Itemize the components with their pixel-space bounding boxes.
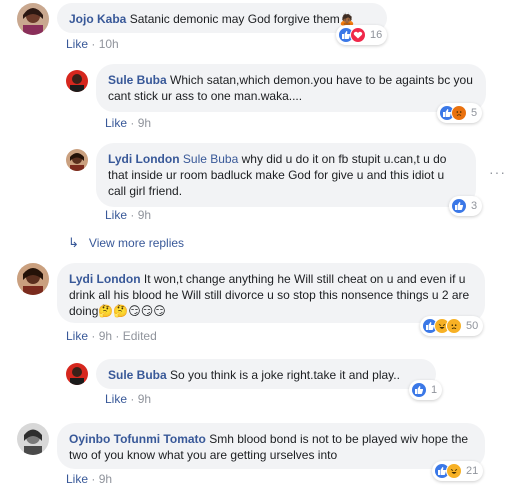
comment-actions: Like · 9h [66, 472, 112, 486]
commenter-name[interactable]: Lydi London [108, 152, 180, 166]
timestamp[interactable]: 9h [138, 208, 151, 222]
timestamp[interactable]: 9h [138, 392, 151, 406]
comment-bubble: Lydi London It won,t change anything he … [57, 263, 485, 323]
like-button[interactable]: Like [66, 472, 88, 486]
separator-dot: · [91, 472, 96, 486]
like-button[interactable]: Like [105, 208, 127, 222]
reaction-summary[interactable]: 16 [336, 25, 388, 45]
comment-actions: Like · 9h [105, 116, 151, 130]
timestamp[interactable]: 9h [99, 329, 112, 343]
separator-dot: · [130, 116, 135, 130]
timestamp[interactable]: 9h [99, 472, 112, 486]
comment-actions: Like · 10h [66, 37, 119, 51]
comment-actions: Like · 9h · Edited [66, 329, 157, 343]
haha-reaction-icon [446, 463, 462, 479]
avatar[interactable] [66, 149, 88, 171]
like-button[interactable]: Like [105, 116, 127, 130]
commenter-name[interactable]: Sule Buba [108, 73, 167, 87]
avatar[interactable] [66, 70, 88, 92]
reaction-summary[interactable]: 1 [409, 380, 443, 400]
separator-dot: · [130, 392, 135, 406]
edited-label[interactable]: Edited [123, 329, 157, 343]
like-button[interactable]: Like [105, 392, 127, 406]
commenter-name[interactable]: Jojo Kaba [69, 12, 126, 26]
commenter-name[interactable]: Oyinbo Tofunmi Tomato [69, 432, 206, 446]
reaction-count: 1 [431, 384, 438, 396]
mention-link[interactable]: Sule Buba [183, 152, 238, 166]
like-reaction-icon [451, 198, 467, 214]
view-more-label: View more replies [88, 236, 185, 250]
avatar[interactable] [17, 423, 49, 455]
avatar[interactable] [66, 363, 88, 385]
separator-dot: · [130, 208, 135, 222]
angry-reaction-icon [451, 105, 467, 121]
reaction-count: 50 [466, 320, 479, 332]
comment-actions: Like · 9h [105, 392, 151, 406]
separator-dot: · [115, 329, 120, 343]
reply-arrow-icon: ↳ [68, 235, 79, 250]
reaction-count: 3 [471, 200, 478, 212]
sad-reaction-icon [446, 318, 462, 334]
separator-dot: · [91, 37, 96, 51]
separator-dot: · [91, 329, 96, 343]
avatar[interactable] [17, 3, 49, 35]
comment-text: So you think is a joke right.take it and… [170, 368, 400, 382]
commenter-name[interactable]: Lydi London [69, 272, 141, 286]
like-reaction-icon [411, 382, 427, 398]
timestamp[interactable]: 10h [99, 37, 119, 51]
reaction-count: 21 [466, 465, 479, 477]
like-button[interactable]: Like [66, 329, 88, 343]
reaction-summary[interactable]: 5 [437, 103, 483, 123]
reaction-summary[interactable]: 21 [432, 461, 484, 481]
comment-bubble: Sule Buba Which satan,which demon.you ha… [96, 64, 486, 112]
reaction-count: 5 [471, 107, 478, 119]
timestamp[interactable]: 9h [138, 116, 151, 130]
comment-text: Satanic demonic may God forgive them🙇🏾 [129, 12, 355, 26]
reaction-count: 16 [370, 29, 383, 41]
reaction-summary[interactable]: 50 [420, 316, 484, 336]
comment-bubble: Oyinbo Tofunmi Tomato Smh blood bond is … [57, 423, 485, 469]
love-reaction-icon [350, 27, 366, 43]
commenter-name[interactable]: Sule Buba [108, 368, 167, 382]
more-options-icon[interactable]: ··· [489, 164, 506, 180]
reaction-summary[interactable]: 3 [449, 196, 483, 216]
like-button[interactable]: Like [66, 37, 88, 51]
view-more-replies-link[interactable]: ↳ View more replies [68, 235, 184, 251]
avatar[interactable] [17, 263, 49, 295]
comment-actions: Like · 9h [105, 208, 151, 222]
comment-bubble: Lydi London Sule Buba why did u do it on… [96, 143, 476, 207]
comment-bubble: Sule Buba So you think is a joke right.t… [96, 359, 436, 389]
